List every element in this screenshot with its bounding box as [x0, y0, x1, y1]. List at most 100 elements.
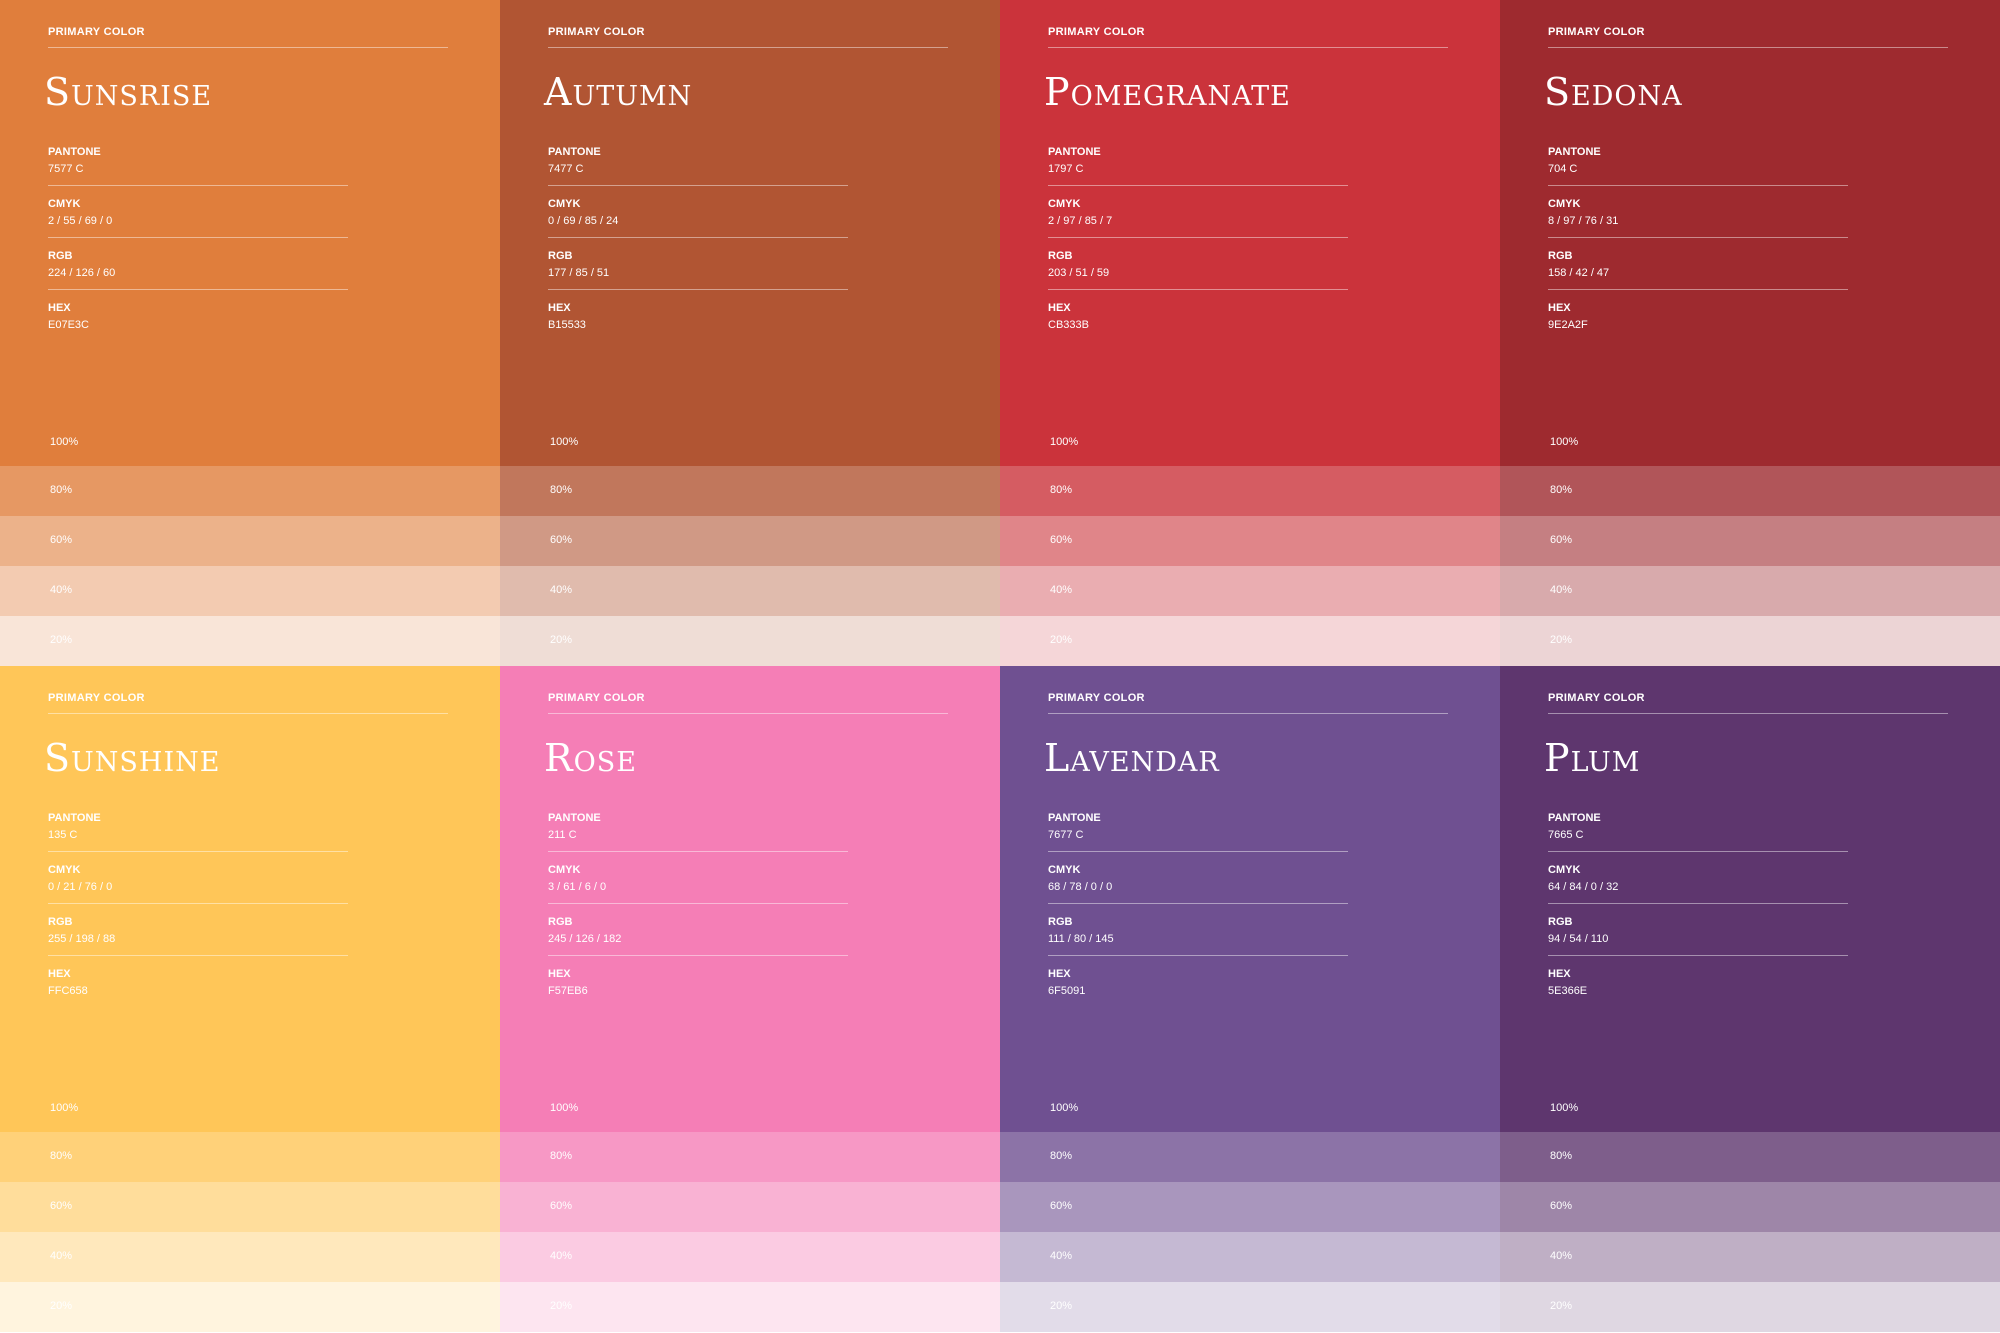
color-card: PRIMARY COLOR Rose PANTONE 211 C CMYK 3 …	[500, 666, 1000, 1333]
tint-label: 60%	[1050, 534, 1073, 546]
divider	[1048, 903, 1348, 904]
spec-label: PANTONE	[1048, 146, 1101, 158]
tint-label: 40%	[1550, 584, 1573, 596]
tint-label: 60%	[50, 534, 73, 546]
tint-label: 60%	[550, 534, 573, 546]
color-card: PRIMARY COLOR Pomegranate PANTONE 1797 C…	[1000, 0, 1500, 666]
primary-color-label: PRIMARY COLOR	[1548, 692, 1645, 704]
color-name: Autumn	[544, 70, 693, 114]
tint-60-swatch: 60%	[1500, 1182, 2000, 1232]
tint-40-swatch: 40%	[0, 1232, 500, 1282]
tint-label: 60%	[1550, 1200, 1573, 1212]
divider	[48, 713, 448, 714]
spec-value: 1797 C	[1048, 163, 1084, 175]
spec-value: 245 / 126 / 182	[548, 933, 622, 945]
spec-value: CB333B	[1048, 319, 1089, 331]
tint-80-swatch: 80%	[1000, 1132, 1500, 1182]
spec-label: HEX	[48, 968, 71, 980]
tint-label: 80%	[50, 484, 73, 496]
spec-label: CMYK	[48, 198, 81, 210]
spec-cmyk: CMYK 2 / 97 / 85 / 7	[1048, 198, 1348, 238]
color-name: Rose	[544, 736, 637, 780]
color-palette-grid: PRIMARY COLOR Sunsrise PANTONE 7577 C CM…	[0, 0, 2000, 1333]
spec-value: 135 C	[48, 829, 78, 841]
tint-80-swatch: 80%	[1500, 466, 2000, 516]
spec-label: HEX	[548, 302, 571, 314]
divider	[1048, 185, 1348, 186]
spec-hex: HEX CB333B	[1048, 302, 1348, 331]
tint-60-swatch: 60%	[1000, 1182, 1500, 1232]
spec-label: CMYK	[1548, 198, 1581, 210]
tint-label: 40%	[550, 584, 573, 596]
tint-60-swatch: 60%	[500, 1182, 1000, 1232]
spec-rgb: RGB 255 / 198 / 88	[48, 916, 348, 956]
tint-100-label: 100%	[1550, 436, 1579, 448]
spec-value: 6F5091	[1048, 985, 1086, 997]
spec-label: HEX	[1048, 302, 1071, 314]
spec-label: CMYK	[548, 198, 581, 210]
tint-40-swatch: 40%	[1500, 566, 2000, 616]
spec-label: PANTONE	[548, 146, 601, 158]
spec-label: PANTONE	[48, 146, 101, 158]
tint-80-swatch: 80%	[1000, 466, 1500, 516]
tint-label: 80%	[1550, 484, 1573, 496]
spec-value: 7677 C	[1048, 829, 1084, 841]
spec-pantone: PANTONE 1797 C	[1048, 146, 1348, 186]
spec-rgb: RGB 158 / 42 / 47	[1548, 250, 1848, 290]
spec-label: CMYK	[548, 864, 581, 876]
divider	[1548, 851, 1848, 852]
tint-label: 20%	[1050, 634, 1073, 646]
divider	[48, 185, 348, 186]
spec-value: F57EB6	[548, 985, 588, 997]
primary-color-label: PRIMARY COLOR	[1048, 692, 1145, 704]
divider	[1548, 713, 1948, 714]
color-card: PRIMARY COLOR Lavendar PANTONE 7677 C CM…	[1000, 666, 1500, 1333]
tint-80-swatch: 80%	[0, 1132, 500, 1182]
spec-label: RGB	[1048, 250, 1073, 262]
tint-40-swatch: 40%	[1500, 1232, 2000, 1282]
spec-cmyk: CMYK 0 / 69 / 85 / 24	[548, 198, 848, 238]
spec-hex: HEX FFC658	[48, 968, 348, 997]
tint-40-swatch: 40%	[0, 566, 500, 616]
spec-rgb: RGB 94 / 54 / 110	[1548, 916, 1848, 956]
spec-cmyk: CMYK 64 / 84 / 0 / 32	[1548, 864, 1848, 904]
spec-label: CMYK	[1048, 198, 1081, 210]
tint-label: 40%	[550, 1250, 573, 1262]
color-name: Sedona	[1544, 70, 1683, 114]
divider	[1048, 851, 1348, 852]
primary-color-label: PRIMARY COLOR	[548, 692, 645, 704]
spec-pantone: PANTONE 7577 C	[48, 146, 348, 186]
spec-value: 7665 C	[1548, 829, 1584, 841]
divider	[1048, 47, 1448, 48]
spec-hex: HEX F57EB6	[548, 968, 848, 997]
tint-20-swatch: 20%	[0, 1282, 500, 1332]
tint-100-label: 100%	[550, 1102, 579, 1114]
spec-label: CMYK	[48, 864, 81, 876]
divider	[48, 903, 348, 904]
spec-pantone: PANTONE 211 C	[548, 812, 848, 852]
tint-100-label: 100%	[1550, 1102, 1579, 1114]
tint-label: 60%	[550, 1200, 573, 1212]
divider	[548, 289, 848, 290]
spec-value: B15533	[548, 319, 586, 331]
spec-value: 203 / 51 / 59	[1048, 267, 1110, 279]
divider	[548, 185, 848, 186]
spec-value: 2 / 97 / 85 / 7	[1048, 215, 1113, 227]
tint-60-swatch: 60%	[500, 516, 1000, 566]
tint-60-swatch: 60%	[1000, 516, 1500, 566]
primary-color-label: PRIMARY COLOR	[1048, 26, 1145, 38]
tint-20-swatch: 20%	[1500, 1282, 2000, 1332]
spec-cmyk: CMYK 8 / 97 / 76 / 31	[1548, 198, 1848, 238]
spec-value: 704 C	[1548, 163, 1578, 175]
tint-label: 80%	[1550, 1150, 1573, 1162]
spec-label: PANTONE	[1048, 812, 1101, 824]
divider	[548, 47, 948, 48]
tint-80-swatch: 80%	[0, 466, 500, 516]
tint-20-swatch: 20%	[0, 616, 500, 666]
tint-label: 40%	[1050, 584, 1073, 596]
color-name: Pomegranate	[1044, 70, 1291, 114]
color-name: Sunsrise	[44, 70, 213, 114]
tint-label: 60%	[50, 1200, 73, 1212]
spec-value: 94 / 54 / 110	[1548, 933, 1609, 945]
spec-label: RGB	[548, 250, 573, 262]
